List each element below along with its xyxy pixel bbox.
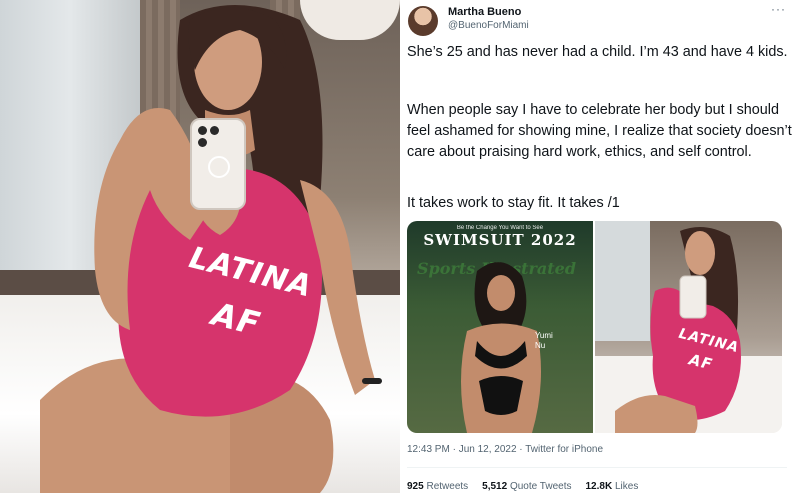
more-options-icon[interactable]: ··· (771, 2, 786, 16)
media-image-magazine-cover[interactable]: Be the Change You Want to See SWIMSUIT 2… (407, 221, 593, 433)
cover-name: Yumi Nu (535, 331, 553, 350)
tweet-stats: 925 Retweets 5,512 Quote Tweets 12.8K Li… (407, 481, 638, 492)
cover-model-figure (461, 262, 541, 433)
author-handle[interactable]: @BuenoForMiami (448, 20, 529, 31)
tweet-paragraph-3: It takes work to stay fit. It takes /1 (407, 195, 620, 211)
tweet-timestamp[interactable]: 12:43 PM · Jun 12, 2022 · Twitter for iP… (407, 444, 603, 455)
phone (190, 118, 246, 210)
magsafe-ring (208, 156, 230, 178)
author-name[interactable]: Martha Bueno (448, 6, 521, 18)
divider (407, 467, 787, 468)
camera-lens-icon (210, 126, 219, 135)
selfie-photo: LATINA AF (0, 0, 400, 493)
tweet-paragraph-1: She’s 25 and has never had a child. I’m … (407, 44, 788, 60)
camera-lens-icon (198, 126, 207, 135)
likes-stat[interactable]: 12.8K Likes (586, 481, 639, 492)
retweets-stat[interactable]: 925 Retweets (407, 481, 468, 492)
media-image-selfie[interactable]: LATINA AF (595, 221, 782, 433)
tweet-paragraph-2: When people say I have to celebrate her … (407, 102, 792, 160)
camera-lens-icon (198, 138, 207, 147)
quote-tweets-stat[interactable]: 5,512 Quote Tweets (482, 481, 571, 492)
avatar[interactable] (408, 6, 438, 36)
